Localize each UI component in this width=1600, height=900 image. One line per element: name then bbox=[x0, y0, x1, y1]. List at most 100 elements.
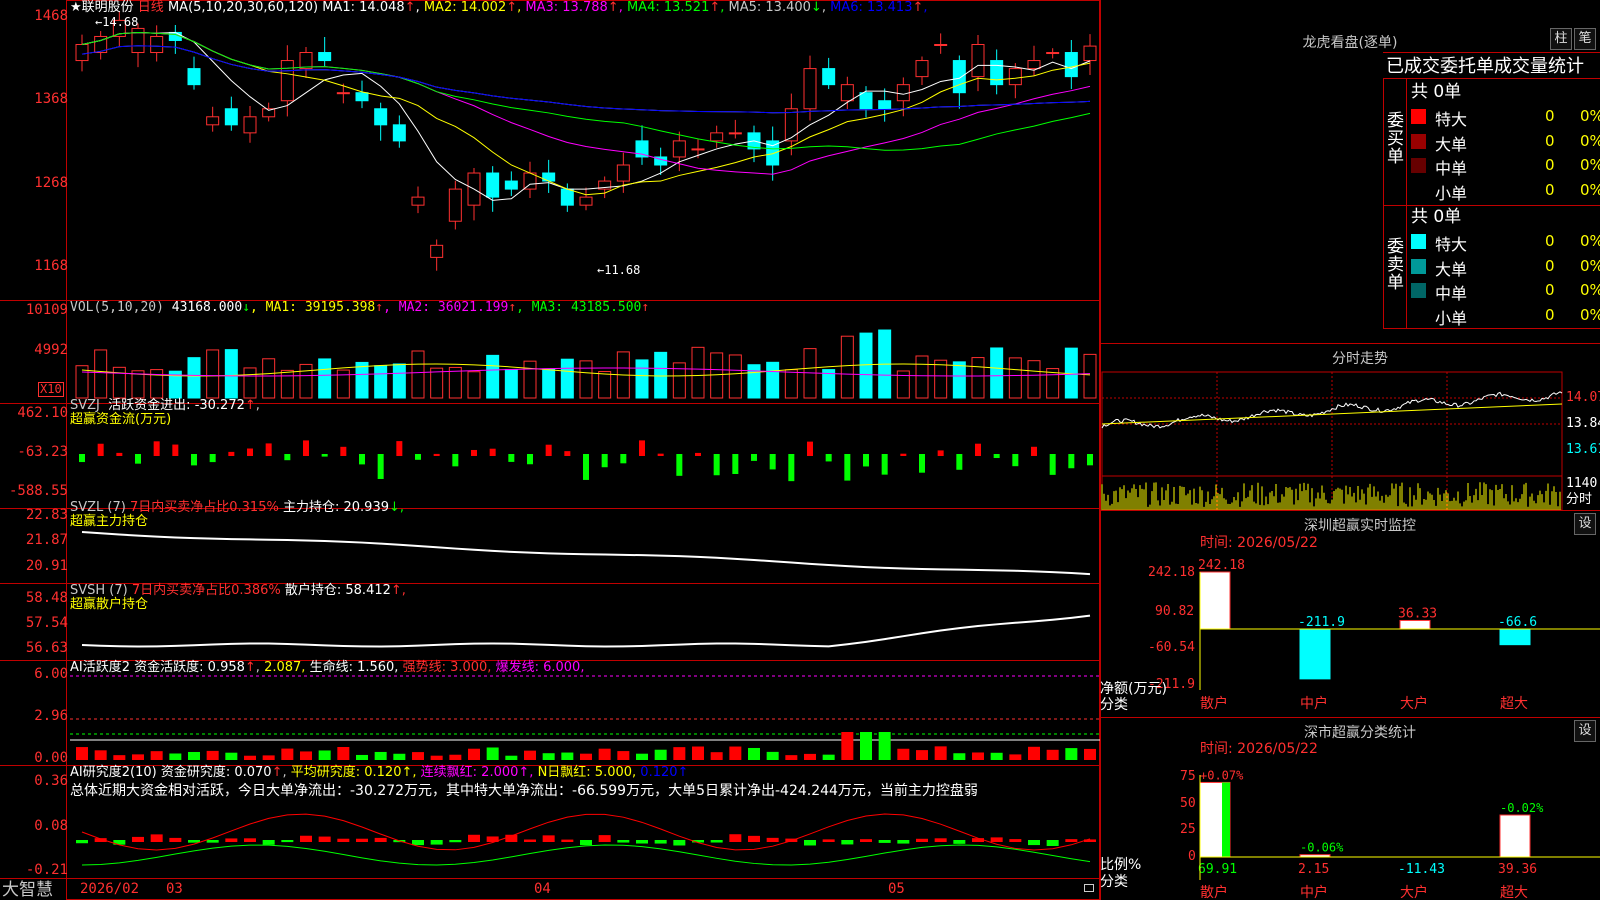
volume-bar bbox=[635, 359, 649, 399]
sz-monitor-bar-3 bbox=[1399, 619, 1431, 630]
svzj-bar bbox=[732, 454, 739, 474]
volume-bar bbox=[374, 365, 388, 399]
candle-body bbox=[896, 84, 910, 102]
ai-research-bar bbox=[990, 837, 1003, 842]
buy-row-swatch-1 bbox=[1411, 109, 1426, 124]
ma2-arrow: ↑ bbox=[506, 0, 518, 15]
sz-monitor-axis-2: 90.82 bbox=[1155, 604, 1195, 619]
buy-row-label-1: 特大 bbox=[1435, 110, 1468, 129]
volume-bar bbox=[728, 354, 742, 399]
candle-body bbox=[243, 116, 257, 134]
ma-header: ★联明股份 日线 MA(5,10,20,30,60,120) MA1: 14.0… bbox=[70, 0, 928, 15]
candle-body bbox=[560, 188, 574, 206]
volume-bar bbox=[187, 357, 201, 399]
volume-bar bbox=[243, 367, 257, 399]
price-axis-3: 1268 bbox=[34, 175, 68, 191]
ai-research-bar bbox=[636, 840, 648, 844]
ai-research-bar bbox=[132, 836, 144, 842]
svzj-bar bbox=[489, 448, 496, 456]
ai-research-bar bbox=[225, 838, 238, 842]
ai-research-bar bbox=[169, 837, 182, 842]
buy-row-swatch-4 bbox=[1411, 182, 1426, 198]
sz-class-cat-1: 散户 bbox=[1200, 884, 1228, 900]
sz-monitor-bar-4 bbox=[1499, 628, 1531, 646]
ai-research-bar bbox=[262, 840, 275, 845]
candle-body bbox=[1008, 68, 1022, 86]
ai-active-bar bbox=[897, 748, 910, 760]
volume-bar bbox=[206, 349, 220, 399]
candle-body bbox=[75, 43, 89, 62]
volume-bar bbox=[747, 364, 761, 399]
ai-research-bar bbox=[878, 840, 891, 843]
buy-row-swatch-3 bbox=[1411, 158, 1426, 173]
svzj-bar bbox=[247, 448, 253, 456]
ai-research-bar bbox=[897, 840, 910, 844]
ai-active-bar bbox=[692, 746, 704, 760]
ai-active-bar bbox=[878, 732, 891, 760]
vol-ma1-arrow: ↑ bbox=[375, 300, 384, 315]
stock-name[interactable]: ★联明股份 bbox=[70, 0, 134, 15]
ma5-arrow: ↓ bbox=[810, 0, 822, 15]
svzl-axis-2: 21.87 bbox=[25, 532, 68, 548]
bar-mode-button[interactable]: 柱 bbox=[1550, 28, 1572, 50]
ai-active-bar bbox=[150, 751, 163, 760]
svzj-bar bbox=[881, 454, 888, 475]
svzj-bar bbox=[583, 454, 589, 480]
svzl-axis-1: 22.83 bbox=[25, 507, 68, 523]
svzj-bar bbox=[900, 453, 907, 456]
ai-active-bar bbox=[1065, 748, 1078, 760]
lock-icon[interactable] bbox=[1084, 884, 1094, 892]
vol-axis-2: 4992 bbox=[34, 342, 68, 358]
ma-sep: , bbox=[923, 0, 928, 15]
candle-body bbox=[187, 68, 201, 86]
sell-row-label-2: 大单 bbox=[1435, 259, 1468, 279]
vol-ma-values: , MA1: 39195.398↑, MA2: 36021.199↑, MA3:… bbox=[250, 300, 649, 315]
sell-row-label-4: 小单 bbox=[1435, 308, 1468, 328]
sz-class-axis-2: 50 bbox=[1180, 796, 1196, 811]
ai-active-bar bbox=[76, 747, 88, 760]
candle-body bbox=[803, 68, 817, 110]
ai-research-bar bbox=[356, 838, 368, 842]
candle-body bbox=[952, 60, 966, 94]
volume-bar bbox=[710, 352, 724, 399]
sz-class-axis-4: 0 bbox=[1188, 849, 1196, 864]
dragon-tiger-tabs[interactable]: 已成交委托单成交量统计 bbox=[1386, 56, 1584, 78]
price-axis-1: 1468 bbox=[34, 8, 68, 24]
sz-monitor-bar-label-4: -66.6 bbox=[1498, 615, 1537, 630]
sz-class-settings-button[interactable]: 设 bbox=[1574, 720, 1596, 742]
ai-research-bar bbox=[766, 837, 779, 842]
ai-research-bar bbox=[76, 840, 88, 844]
high-mark: ←14.68 bbox=[95, 15, 139, 29]
sz-monitor-cat-4: 超大 bbox=[1500, 696, 1528, 712]
volume-bar bbox=[598, 371, 612, 399]
sell-row-pct-2: 0% bbox=[1580, 256, 1600, 275]
sell-row-count-1: 0 bbox=[1545, 232, 1555, 250]
svzj-bar bbox=[695, 452, 701, 456]
svzj-bar bbox=[788, 454, 795, 482]
ai-research-bar bbox=[1046, 840, 1059, 846]
volume-bar bbox=[542, 368, 556, 399]
buy-total: 共 0单 bbox=[1411, 82, 1462, 102]
svzj-bar bbox=[769, 454, 776, 470]
svzj-bar bbox=[937, 450, 944, 456]
volume-bar bbox=[1027, 360, 1041, 399]
ai-active-axis-3: 0.00 bbox=[34, 750, 68, 766]
svzj-bar bbox=[1068, 454, 1075, 469]
candle-body bbox=[374, 108, 388, 126]
pen-mode-button[interactable]: 笔 bbox=[1574, 28, 1596, 50]
date-tick-1: 2026/02 bbox=[80, 881, 140, 897]
vol-ma2-value: , MA2: 36021.199 bbox=[383, 300, 509, 315]
sz-monitor-settings-button[interactable]: 设 bbox=[1574, 513, 1596, 535]
candle-body bbox=[336, 92, 350, 95]
sell-row-count-3: 0 bbox=[1545, 281, 1555, 299]
svsh-axis-3: 56.63 bbox=[25, 640, 68, 656]
period-label[interactable]: 日线 bbox=[138, 0, 164, 15]
sell-row-pct-1: 0% bbox=[1580, 232, 1600, 250]
volume-bar bbox=[990, 347, 1004, 399]
candle-body bbox=[1064, 52, 1078, 78]
svzj-bar bbox=[1031, 446, 1037, 456]
brand-label[interactable]: 大智慧 bbox=[2, 880, 53, 900]
svzj-bar bbox=[321, 454, 328, 457]
ma1-arrow: ↑ bbox=[404, 0, 416, 15]
sz-monitor-bar-label-2: -211.9 bbox=[1298, 615, 1345, 630]
